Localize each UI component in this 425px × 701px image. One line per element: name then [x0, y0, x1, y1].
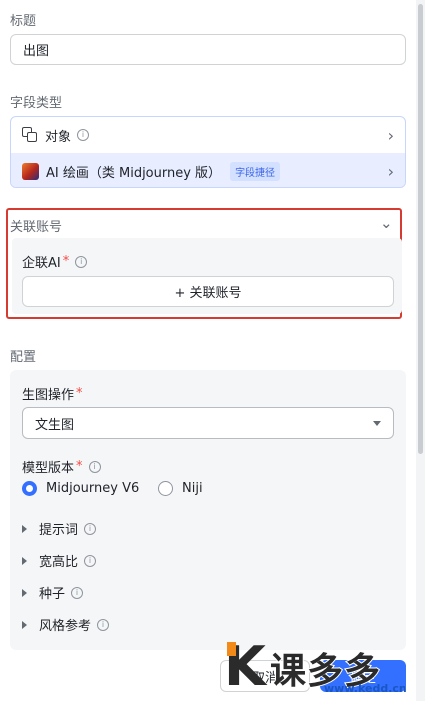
- operation-label: 生图操作: [22, 388, 75, 403]
- collapse-label: 种子: [39, 587, 66, 602]
- caret-right-icon: [22, 620, 27, 629]
- caret-down-icon: [373, 420, 381, 426]
- field-type-object-row[interactable]: 对象 i ›: [11, 117, 405, 153]
- title-input[interactable]: 出图: [10, 34, 406, 65]
- required-marker: *: [76, 459, 83, 474]
- link-account-button[interactable]: + 关联账号: [22, 276, 394, 307]
- config-label: 配置: [10, 350, 37, 365]
- scrollbar-thumb[interactable]: [418, 4, 423, 454]
- enterprise-ai-row: 企联AI * i: [22, 252, 88, 271]
- object-icon: [22, 127, 38, 143]
- caret-right-icon: [22, 524, 27, 533]
- collapse-label: 宽高比: [39, 555, 79, 570]
- ai-painting-label: AI 绘画（类 Midjourney 版）: [46, 165, 222, 181]
- collapse-label: 风格参考: [39, 619, 92, 634]
- object-label: 对象: [45, 129, 72, 145]
- field-type-card: 对象 i › AI 绘画（类 Midjourney 版） 字段捷径 ›: [10, 116, 406, 188]
- field-shortcut-tag: 字段捷径: [230, 161, 281, 181]
- title-label: 标题: [10, 14, 37, 29]
- info-icon[interactable]: i: [88, 460, 101, 473]
- caret-right-icon: [22, 556, 27, 565]
- info-icon[interactable]: i: [75, 255, 88, 268]
- collapse-aspect-ratio[interactable]: 宽高比 i: [22, 551, 97, 570]
- required-marker: *: [62, 254, 70, 269]
- info-icon[interactable]: i: [84, 522, 97, 535]
- operation-select[interactable]: 文生图: [22, 407, 394, 439]
- model-version-label-row: 模型版本 * i: [22, 457, 101, 476]
- field-type-ai-row[interactable]: AI 绘画（类 Midjourney 版） 字段捷径 ›: [11, 153, 405, 187]
- caret-right-icon: [22, 588, 27, 597]
- watermark-url: www.kedd.cn: [324, 682, 407, 695]
- collapse-prompt[interactable]: 提示词 i: [22, 519, 97, 538]
- chevron-right-icon: ›: [387, 125, 394, 145]
- info-icon[interactable]: i: [84, 554, 97, 567]
- title-input-value: 出图: [23, 44, 50, 59]
- operation-select-value: 文生图: [35, 417, 75, 433]
- field-type-label: 字段类型: [10, 96, 63, 111]
- radio-label: Midjourney V6: [46, 481, 140, 496]
- radio-unselected-icon[interactable]: [158, 481, 173, 496]
- collapse-seed[interactable]: 种子 i: [22, 583, 84, 602]
- associated-account-label: 关联账号: [10, 220, 63, 235]
- radio-niji[interactable]: Niji: [158, 481, 203, 496]
- chevron-down-icon[interactable]: ⌄: [380, 214, 393, 232]
- operation-label-row: 生图操作 *: [22, 384, 83, 403]
- radio-label: Niji: [182, 481, 203, 496]
- required-marker: *: [76, 386, 83, 401]
- model-version-label: 模型版本: [22, 461, 75, 476]
- chevron-right-icon: ›: [387, 161, 394, 181]
- info-icon[interactable]: i: [77, 129, 90, 141]
- collapse-style-reference[interactable]: 风格参考 i: [22, 615, 110, 634]
- watermark-accent: [227, 642, 236, 656]
- info-icon[interactable]: i: [71, 586, 84, 599]
- collapse-label: 提示词: [39, 523, 79, 538]
- radio-midjourney-v6[interactable]: Midjourney V6: [22, 481, 139, 496]
- info-icon[interactable]: i: [97, 618, 110, 631]
- enterprise-ai-label: 企联AI: [22, 256, 61, 271]
- radio-selected-icon[interactable]: [22, 481, 37, 496]
- midjourney-icon: [22, 162, 39, 180]
- watermark-logo: K 课多多 www.kedd.cn: [224, 640, 424, 698]
